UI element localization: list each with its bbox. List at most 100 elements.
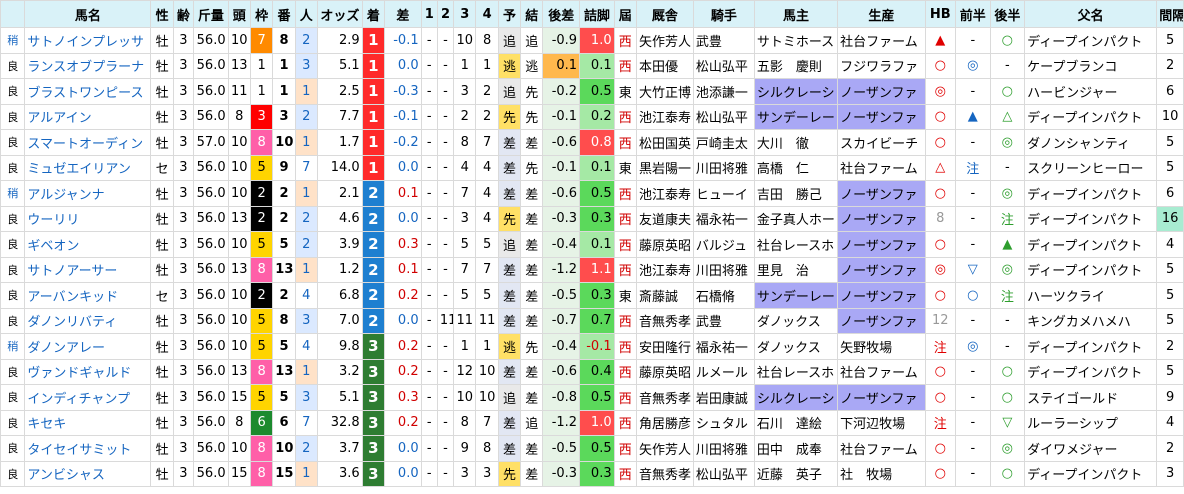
cell-name[interactable]: ダノンアレー [24,333,152,360]
cell-age: 3 [172,358,195,385]
cell-c4: 10 [475,384,499,411]
cell-name[interactable]: ウーリリ [24,205,152,232]
column-header-8[interactable]: 人 [294,0,318,28]
cell-name[interactable]: アーバンキッド [24,282,152,309]
cell-name[interactable]: サトノインプレッサ [24,27,152,54]
cell-name[interactable]: ブラストワンピース [24,78,152,105]
cell-name[interactable]: ミュゼエイリアン [24,154,152,181]
cell-chaku: 1 [361,27,386,54]
table-row: 良キセキ牡 3 56.0 8 6 6 7 32.8 3 0.2- -8 7 差追 -1.2 1.0 西角居勝彦… [0,409,1184,436]
cell-yo: 差 [497,282,522,309]
cell-kou: ◎ [989,180,1026,207]
cell-kinryo: 56.0 [193,282,229,309]
cell-sex: 牡 [150,205,174,232]
column-header-2[interactable]: 性 [150,0,174,28]
cell-hb: 注 [924,333,957,360]
column-header-3[interactable]: 齢 [172,0,195,28]
column-header-13[interactable]: 2 [436,0,455,28]
column-header-23[interactable]: 馬主 [753,0,839,28]
cell-kosa: -0.5 [542,282,581,309]
column-header-22[interactable]: 騎手 [692,0,755,28]
column-header-11[interactable]: 差 [384,0,422,28]
column-header-24[interactable]: 生産 [837,0,926,28]
cell-chaku: 2 [361,256,386,283]
cell-tozai: 西 [613,333,637,360]
column-header-21[interactable]: 厩舎 [635,0,694,28]
cell-name[interactable]: ヴァンドギャルド [24,358,152,385]
cell-hb: ○ [924,180,957,207]
column-header-28[interactable]: 父名 [1024,0,1158,28]
column-header-14[interactable]: 3 [453,0,477,28]
cell-to: 10 [227,282,251,309]
cell-sex: 牡 [150,78,174,105]
cell-odds: 14.0 [316,154,363,181]
cell-kosa: -0.1 [542,154,581,181]
cell-chaku: 2 [361,282,386,309]
column-header-29[interactable]: 間隔 [1156,0,1184,28]
column-header-0[interactable] [0,0,26,28]
column-header-18[interactable]: 後差 [542,0,581,28]
cell-c2: - [436,129,455,156]
cell-odds: 5.1 [316,384,363,411]
cell-banushi: 里見 治 [753,256,839,283]
cell-name[interactable]: ランスオブプラーナ [24,52,152,79]
cell-c2: - [436,205,455,232]
cell-ban: 6 [272,409,296,436]
cell-name[interactable]: ダノンリバティ [24,307,152,334]
cell-tozai: 西 [613,103,637,130]
cell-name[interactable]: アルアイン [24,103,152,130]
cell-chaku: 3 [361,409,386,436]
cell-name[interactable]: スマートオーディン [24,129,152,156]
cell-kinryo: 56.0 [193,180,229,207]
cell-c1: - [420,460,438,487]
cell-banushi: 社台レースホ [753,358,839,385]
column-header-15[interactable]: 4 [475,0,499,28]
cell-c2: - [436,409,455,436]
column-header-1[interactable]: 馬名 [24,0,152,28]
column-header-27[interactable]: 後半 [989,0,1026,28]
column-header-25[interactable]: HB [924,0,957,28]
column-header-17[interactable]: 結 [520,0,544,28]
cell-kou: ○ [989,358,1026,385]
cell-ban: 5 [272,333,296,360]
column-header-19[interactable]: 詰脚 [579,0,615,28]
column-header-5[interactable]: 頭 [227,0,251,28]
cell-name[interactable]: キセキ [24,409,152,436]
cell-chichi: スクリーンヒーロー [1024,154,1158,181]
cell-baba: 良 [0,78,26,105]
cell-kishu: 池添謙一 [692,78,755,105]
cell-hb: ○ [924,435,957,462]
column-header-7[interactable]: 番 [272,0,296,28]
column-header-4[interactable]: 斤量 [193,0,229,28]
cell-kinryo: 56.0 [193,205,229,232]
column-header-20[interactable]: 屆 [613,0,637,28]
column-header-9[interactable]: オッズ [316,0,363,28]
column-header-10[interactable]: 着 [361,0,386,28]
cell-c3: 10 [453,384,477,411]
cell-name[interactable]: アンビシャス [24,460,152,487]
cell-name[interactable]: ギベオン [24,231,152,258]
cell-name[interactable]: タイセイサミット [24,435,152,462]
cell-chaku: 1 [361,154,386,181]
cell-kankaku: 4 [1156,409,1184,436]
column-header-16[interactable]: 予 [497,0,522,28]
cell-name[interactable]: サトノアーサー [24,256,152,283]
column-header-26[interactable]: 前半 [955,0,991,28]
cell-yo: 先 [497,103,522,130]
table-row: 稍ダノンアレー牡 3 56.0 10 5 5 4 9.8 3 0.2- -1 1 逃先 -0.4 -0.1 西… [0,333,1184,360]
cell-ban: 13 [272,358,296,385]
cell-to: 10 [227,129,251,156]
cell-c3: 2 [453,103,477,130]
cell-seisan: ノーザンファ [837,205,926,232]
cell-baba: 良 [0,52,26,79]
column-header-12[interactable]: 1 [420,0,438,28]
cell-seisan: 社台ファーム [837,27,926,54]
cell-name[interactable]: アルジャンナ [24,180,152,207]
cell-ban: 2 [272,282,296,309]
cell-age: 3 [172,180,195,207]
cell-name[interactable]: インディチャンプ [24,384,152,411]
cell-tsume: 0.3 [579,205,615,232]
column-header-6[interactable]: 枠 [249,0,274,28]
cell-c3: 1 [453,333,477,360]
cell-chaku: 2 [361,205,386,232]
